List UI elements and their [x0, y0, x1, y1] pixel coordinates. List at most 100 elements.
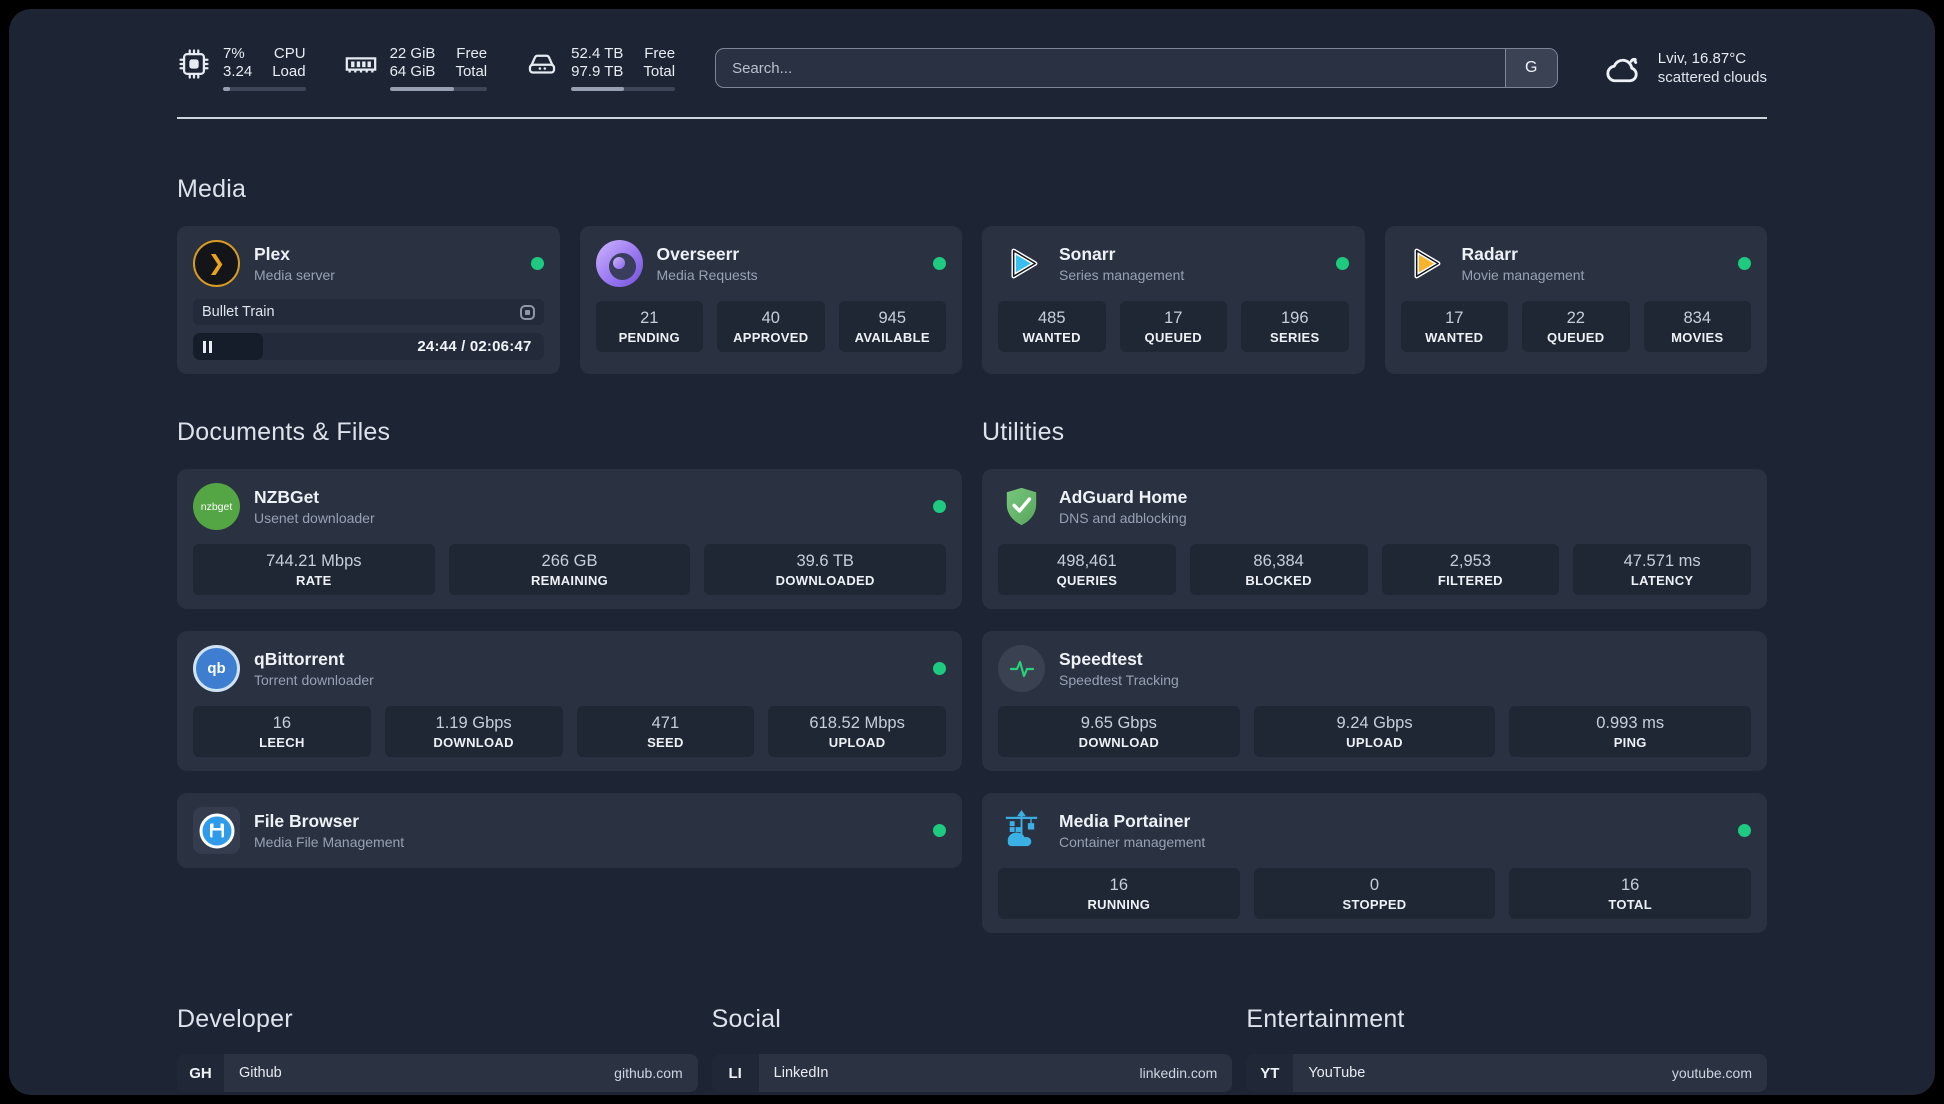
link-youtube[interactable]: YT YouTube youtube.com — [1246, 1054, 1767, 1092]
stat-label: WANTED — [1022, 330, 1081, 345]
app-card-overseerr[interactable]: Overseerr Media Requests 21 PENDING 40 A… — [579, 226, 962, 374]
link-github[interactable]: GH Github github.com — [177, 1054, 698, 1092]
app-card-filebrowser[interactable]: File Browser Media File Management — [177, 793, 962, 868]
stat-label: PING — [1613, 735, 1647, 750]
link-url: youtube.com — [1671, 1065, 1752, 1081]
dashboard-page: 7% 3.24 CPU Load 22 GiB 64 GiB Free Tota… — [9, 9, 1935, 1095]
stat-label: QUEUED — [1547, 330, 1605, 345]
app-title: Overseerr — [656, 244, 740, 264]
qbittorrent-icon: qb — [193, 645, 240, 692]
portainer-icon — [1005, 809, 1038, 847]
storage-progress-fill — [571, 87, 625, 91]
stat-value: 266 GB — [541, 552, 598, 570]
stat-box: 39.6 TB DOWNLOADED — [704, 544, 947, 595]
status-dot — [1738, 824, 1751, 837]
stat-value: 9.24 Gbps — [1336, 714, 1413, 732]
stat-box: 40 APPROVED — [717, 301, 825, 352]
pause-icon[interactable] — [203, 340, 212, 353]
app-title: Radarr — [1461, 244, 1518, 264]
stat-box: 86,384 BLOCKED — [1189, 544, 1368, 595]
status-dot — [933, 500, 946, 513]
status-dot — [933, 662, 946, 675]
playback-progress-bar: 24:44 / 02:06:47 — [193, 333, 544, 360]
storage-stat: 52.4 TB 97.9 TB Free Total — [525, 45, 676, 91]
app-card-radarr[interactable]: Radarr Movie management 17 WANTED 22 QUE… — [1384, 226, 1767, 374]
storage-icon — [528, 54, 556, 74]
stat-label: FILTERED — [1437, 573, 1503, 588]
app-card-qbittorrent[interactable]: qb qBittorrent Torrent downloader 16 LEE… — [177, 631, 962, 771]
plex-now-playing: Bullet Train 24:44 / 02:06:47 — [193, 299, 544, 360]
app-subtitle: Torrent downloader — [254, 672, 374, 688]
search-bar[interactable]: G — [715, 48, 1558, 88]
stat-value: 744.21 Mbps — [266, 552, 362, 570]
stop-icon[interactable] — [519, 304, 535, 320]
stat-box: 266 GB REMAINING — [448, 544, 691, 595]
app-title: NZBGet — [254, 487, 320, 507]
link-linkedin[interactable]: LI LinkedIn linkedin.com — [711, 1054, 1233, 1092]
stat-value: 485 — [1037, 309, 1066, 327]
stat-value: 16 — [1109, 876, 1129, 894]
stat-label: APPROVED — [733, 330, 809, 345]
section-documents: Documents & Files nzbget NZBGet Usenet d… — [177, 418, 962, 868]
section-title-media: Media — [177, 175, 247, 203]
app-card-plex[interactable]: ❯ Plex Media server Bullet Train 24:44 /… — [177, 226, 560, 374]
stat-box: 485 WANTED — [998, 301, 1106, 352]
app-title: File Browser — [254, 811, 360, 831]
app-card-adguard[interactable]: AdGuard Home DNS and adblocking 498,461 … — [982, 469, 1767, 609]
app-card-speedtest[interactable]: Speedtest Speedtest Tracking 9.65 Gbps D… — [982, 631, 1767, 771]
app-subtitle: Media Requests — [656, 267, 758, 283]
app-card-portainer[interactable]: Media Portainer Container management 16 … — [982, 793, 1767, 933]
app-subtitle: Usenet downloader — [254, 510, 375, 526]
storage-free-label: Free — [644, 45, 676, 62]
weather-condition: scattered clouds — [1657, 69, 1767, 86]
stat-value: 1.19 Gbps — [435, 714, 512, 732]
status-dot — [933, 257, 946, 270]
stat-box: 22 QUEUED — [1522, 301, 1630, 352]
stat-box: 834 MOVIES — [1643, 301, 1751, 352]
stat-label: DOWNLOAD — [1078, 735, 1160, 750]
stat-label: SEED — [647, 735, 684, 750]
nzbget-icon: nzbget — [193, 483, 240, 530]
stat-label: STOPPED — [1342, 897, 1407, 912]
app-title: Sonarr — [1059, 244, 1116, 264]
section-entertainment: Entertainment YT YouTube youtube.com NF … — [1246, 1005, 1767, 1095]
stat-box: 47.571 ms LATENCY — [1573, 544, 1751, 595]
link-name: LinkedIn — [773, 1065, 829, 1081]
weather-location: Lviv, 16.87°C — [1657, 50, 1747, 67]
link-abbr: YT — [1246, 1054, 1294, 1092]
stat-box: 9.24 Gbps UPLOAD — [1253, 706, 1496, 757]
app-card-nzbget[interactable]: nzbget NZBGet Usenet downloader 744.21 M… — [177, 469, 962, 609]
radarr-icon — [1413, 248, 1440, 279]
cpu-load-label: Load — [272, 63, 306, 80]
stat-box: 1.19 Gbps DOWNLOAD — [384, 706, 563, 757]
cpu-progress-fill — [223, 87, 231, 91]
section-title-social: Social — [711, 1005, 781, 1033]
stat-box: 16 TOTAL — [1509, 868, 1752, 919]
stat-label: UPLOAD — [1346, 735, 1403, 750]
section-social: Social LI LinkedIn linkedin.com TW Twitt… — [711, 1005, 1233, 1095]
filebrowser-icon — [193, 807, 240, 854]
stat-label: PENDING — [618, 330, 680, 345]
stat-label: LEECH — [259, 735, 305, 750]
stat-value: 17 — [1164, 309, 1183, 327]
section-title-developer: Developer — [177, 1005, 293, 1033]
memory-free-value: 22 GiB — [389, 45, 436, 62]
stat-label: DOWNLOADED — [775, 573, 875, 588]
stat-box: 945 AVAILABLE — [838, 301, 946, 352]
stat-value: 945 — [878, 309, 907, 327]
stat-box: 9.65 Gbps DOWNLOAD — [998, 706, 1240, 757]
stat-box: 16 LEECH — [193, 706, 371, 757]
app-title: Speedtest — [1059, 649, 1143, 669]
stat-label: QUERIES — [1056, 573, 1118, 588]
stat-value: 17 — [1445, 309, 1464, 327]
search-input[interactable] — [716, 49, 1505, 87]
status-dot — [933, 824, 946, 837]
stat-label: LATENCY — [1630, 573, 1694, 588]
stat-value: 22 — [1566, 309, 1585, 327]
app-card-sonarr[interactable]: Sonarr Series management 485 WANTED 17 Q… — [982, 226, 1365, 374]
search-provider-button[interactable]: G — [1504, 49, 1557, 87]
storage-total-value: 97.9 TB — [571, 63, 624, 80]
cpu-progress-track — [223, 87, 306, 91]
stat-box: 196 SERIES — [1241, 301, 1349, 352]
stat-box: 618.52 Mbps UPLOAD — [768, 706, 946, 757]
